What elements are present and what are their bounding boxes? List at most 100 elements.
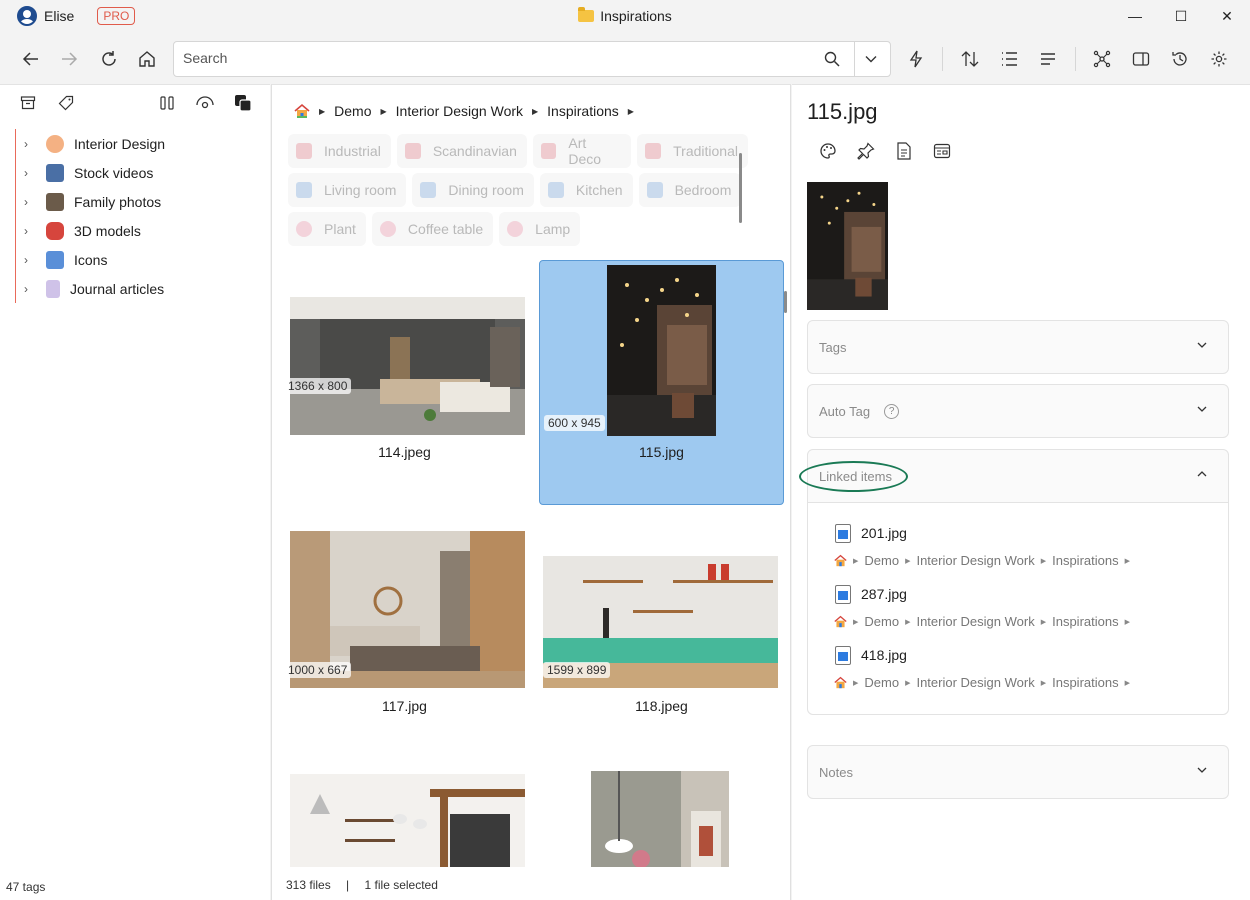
forward-button[interactable]	[56, 46, 82, 72]
chevron-down-icon[interactable]	[1196, 339, 1208, 354]
chevron-right-icon[interactable]: ›	[24, 282, 38, 296]
sidebar: › Interior Design › Stock videos › Famil…	[0, 84, 270, 900]
file-thumbnail[interactable]: 1599 x 899 118.jpeg	[539, 525, 784, 765]
chip-traditional[interactable]: Traditional	[637, 134, 748, 168]
camera-icon	[46, 192, 64, 211]
inspector-title[interactable]: 115.jpg	[807, 99, 878, 125]
linked-item-name[interactable]: 201.jpg	[861, 525, 907, 541]
refresh-button[interactable]	[96, 46, 122, 72]
brush-icon	[645, 143, 662, 159]
car-icon	[46, 221, 64, 240]
tags-panel[interactable]: Tags	[807, 320, 1229, 374]
linked-item-path: ▶ Demo ▶ Interior Design Work ▶ Inspiration…	[834, 675, 1228, 690]
align-icon[interactable]	[1036, 47, 1060, 71]
sidebar-item-icons[interactable]: › Icons	[16, 245, 255, 274]
home-icon[interactable]	[834, 676, 847, 689]
chip-bedroom[interactable]: Bedroom	[638, 173, 742, 207]
sort-icon[interactable]	[958, 47, 982, 71]
linked-item[interactable]: 287.jpg ▶ Demo ▶ Interior Design Work ▶ Ins…	[834, 582, 1228, 629]
linked-items-header[interactable]: Linked items	[808, 450, 1228, 502]
main-scrollbar[interactable]	[784, 291, 787, 313]
gear-icon[interactable]	[1207, 47, 1231, 71]
chip-lamp[interactable]: Lamp	[499, 212, 581, 246]
file-count: 313 files	[286, 878, 331, 892]
home-button[interactable]	[134, 46, 160, 72]
search-input[interactable]	[183, 50, 783, 66]
file-thumbnail[interactable]	[539, 771, 784, 869]
sofa-icon	[296, 182, 312, 198]
file-thumbnail-selected[interactable]: 600 x 945 115.jpg	[539, 260, 784, 505]
chip-plant[interactable]: Plant	[288, 212, 366, 246]
chevron-up-icon[interactable]	[1196, 468, 1208, 483]
layers-icon[interactable]	[233, 93, 253, 113]
palette-icon[interactable]	[818, 141, 838, 161]
file-thumbnail[interactable]	[282, 771, 527, 869]
chips-scrollbar[interactable]	[739, 153, 742, 223]
info-card-icon[interactable]	[932, 141, 952, 161]
home-icon	[139, 51, 155, 67]
tags-panel-title: Tags	[819, 339, 847, 355]
sofa-icon	[646, 182, 663, 198]
sidebar-item-journal-articles[interactable]: › Journal articles	[16, 274, 255, 303]
brush-icon	[404, 143, 421, 159]
sidebar-item-3d-models[interactable]: › 3D models	[16, 216, 255, 245]
chip-art-deco[interactable]: Art Deco	[532, 134, 632, 168]
chip-coffee-table[interactable]: Coffee table	[371, 212, 494, 246]
graph-icon[interactable]	[1090, 47, 1114, 71]
maximize-button[interactable]: ☐	[1158, 0, 1204, 32]
breadcrumb-item[interactable]: Interior Design Work	[396, 103, 523, 119]
tag-icon[interactable]	[56, 93, 76, 113]
chip-living-room[interactable]: Living room	[288, 173, 407, 207]
pin-icon[interactable]	[856, 141, 876, 161]
notes-panel[interactable]: Notes	[807, 745, 1229, 799]
preview-image[interactable]	[807, 182, 888, 310]
search-box[interactable]	[173, 41, 891, 77]
help-icon[interactable]: ?	[884, 403, 900, 419]
list-view-icon[interactable]	[997, 47, 1021, 71]
linked-item-name[interactable]: 418.jpg	[861, 647, 907, 663]
breadcrumb-item[interactable]: Demo	[334, 103, 371, 119]
chevron-down-icon[interactable]	[1196, 764, 1208, 779]
history-icon[interactable]	[1168, 47, 1192, 71]
sidebar-item-family-photos[interactable]: › Family photos	[16, 187, 255, 216]
inspector-actions	[818, 141, 952, 161]
notes-panel-title: Notes	[819, 764, 853, 780]
chevron-right-icon[interactable]: ›	[24, 224, 38, 238]
home-icon[interactable]	[834, 554, 847, 567]
chevron-down-icon[interactable]	[864, 52, 878, 69]
home-icon[interactable]	[294, 103, 310, 119]
chevron-right-icon[interactable]: ›	[24, 137, 38, 151]
sidebar-item-stock-videos[interactable]: › Stock videos	[16, 158, 255, 187]
minimize-button[interactable]: —	[1112, 0, 1158, 32]
archive-icon[interactable]	[18, 93, 38, 113]
chevron-right-icon[interactable]: ›	[24, 166, 38, 180]
chip-scandinavian[interactable]: Scandinavian	[396, 134, 527, 168]
panel-toggle-icon[interactable]	[1129, 47, 1153, 71]
linked-item[interactable]: 418.jpg ▶ Demo ▶ Interior Design Work ▶ Ins…	[834, 643, 1228, 690]
linked-item[interactable]: 201.jpg ▶ Demo ▶ Interior Design Work ▶ Ins…	[834, 521, 1228, 568]
document-icon[interactable]	[894, 141, 914, 161]
auto-tag-panel[interactable]: Auto Tag ?	[807, 384, 1229, 438]
file-name: 114.jpeg	[378, 444, 431, 460]
chevron-right-icon[interactable]: ›	[24, 195, 38, 209]
breadcrumb-item[interactable]: Inspirations	[547, 103, 619, 119]
file-thumbnail[interactable]: 1366 x 800 114.jpeg	[282, 261, 527, 505]
home-icon[interactable]	[834, 615, 847, 628]
file-browser: ▶ Demo ▶ Interior Design Work ▶ Inspirat…	[271, 84, 791, 900]
chip-kitchen[interactable]: Kitchen	[539, 173, 633, 207]
columns-icon[interactable]	[157, 93, 177, 113]
file-thumbnail[interactable]: 1000 x 667 117.jpg	[282, 525, 527, 765]
chip-dining-room[interactable]: Dining room	[412, 173, 534, 207]
linked-item-name[interactable]: 287.jpg	[861, 586, 907, 602]
flower-icon	[296, 221, 312, 237]
chevron-right-icon[interactable]: ›	[24, 253, 38, 267]
eye-icon[interactable]	[195, 93, 215, 113]
close-button[interactable]: ✕	[1204, 0, 1250, 32]
back-button[interactable]	[18, 46, 44, 72]
chip-industrial[interactable]: Industrial	[288, 134, 391, 168]
breadcrumb-separator-icon[interactable]: ▶	[628, 107, 634, 116]
sidebar-item-interior-design[interactable]: › Interior Design	[16, 129, 255, 158]
chevron-down-icon[interactable]	[1196, 403, 1208, 418]
lightning-icon[interactable]	[904, 47, 928, 71]
search-icon[interactable]	[824, 51, 840, 70]
